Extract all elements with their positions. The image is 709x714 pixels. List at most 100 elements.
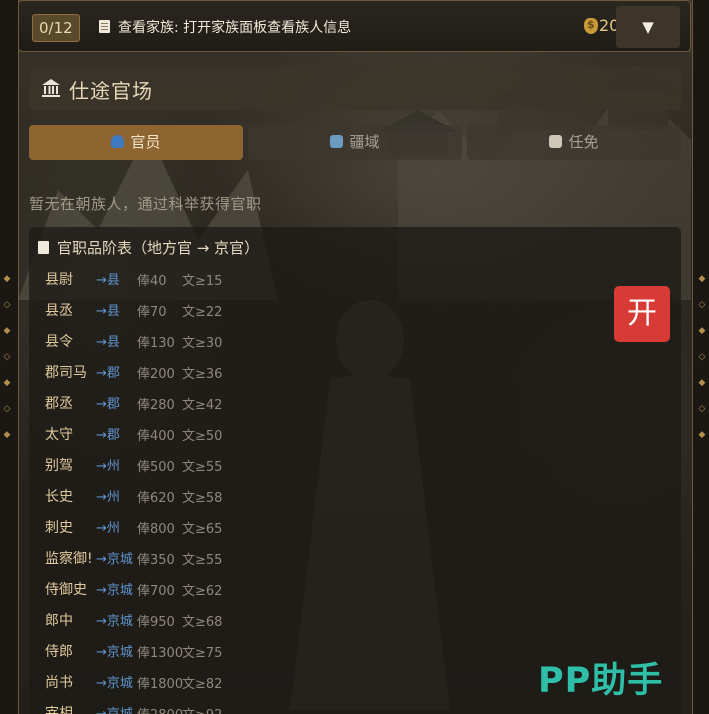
tab-label: 任免	[568, 133, 599, 151]
task-progress-badge: 0/12	[32, 14, 80, 42]
rank-salary: 俸950	[137, 615, 175, 630]
rank-level: →州	[96, 490, 120, 505]
rank-requirement: 文≥55	[182, 553, 223, 568]
rank-level: →郡	[96, 397, 120, 412]
rank-requirement: 文≥50	[182, 429, 223, 444]
rank-requirement: 文≥58	[182, 491, 223, 506]
panel-header: 仕途官场	[29, 66, 681, 110]
panel-title: 仕途官场	[69, 79, 153, 103]
rank-name: 宰相	[45, 706, 73, 714]
person-icon	[111, 135, 125, 148]
rank-row: 别驾 →州 俸500 文≥55	[29, 448, 681, 479]
rank-level: →京城	[96, 614, 133, 629]
rank-requirement: 文≥92	[182, 704, 222, 714]
menu-dropdown-button[interactable]: ▼	[616, 6, 680, 48]
rank-name: 郎中	[45, 613, 73, 629]
rank-salary: 俸70	[137, 305, 167, 320]
rank-requirement: 文≥42	[182, 398, 223, 413]
rank-name: 尚书	[45, 675, 73, 691]
rank-name: 郡丞	[45, 396, 73, 412]
rank-name: 刺史	[45, 520, 73, 536]
rank-name: 侍御史	[45, 582, 87, 598]
rank-salary: 俸620	[137, 491, 175, 506]
rank-row: 监察御! →京城 俸350 文≥55	[29, 541, 681, 572]
rank-salary: 俸200	[137, 367, 175, 382]
temple-icon	[42, 79, 60, 97]
rank-row: 刺史 →州 俸800 文≥65	[29, 510, 681, 541]
rank-level: →郡	[96, 428, 120, 443]
rank-row: 太守 →郡 俸400 文≥50	[29, 417, 681, 448]
rank-name: 县令	[45, 334, 73, 350]
tab-label: 官员	[130, 133, 161, 151]
rank-requirement: 文≥36	[182, 367, 223, 382]
task-bar: 0/12 查看家族: 打开家族面板查看族人信息 200 ▼	[18, 0, 691, 52]
rank-salary: 俸400	[137, 429, 175, 444]
money-bag-icon	[584, 18, 598, 34]
tab-officials[interactable]: 官员	[29, 125, 243, 160]
rank-requirement: 文≥15	[182, 274, 223, 289]
scroll-icon	[99, 20, 110, 33]
rank-salary: 俸130	[137, 336, 175, 351]
left-ornaments: ◆ ◇ ◆ ◇ ◆ ◇ ◆	[3, 274, 11, 440]
map-icon	[330, 135, 344, 148]
rank-row: 县令 →县 俸130 文≥30	[29, 324, 681, 355]
rank-salary: 俸700	[137, 584, 175, 599]
rank-salary: 俸2800	[137, 704, 183, 714]
rank-requirement: 文≥22	[182, 305, 223, 320]
rank-requirement: 文≥30	[182, 336, 223, 351]
ranks-title-text: 官职品阶表（地方官 → 京官）	[57, 239, 260, 257]
right-ornaments: ◆ ◇ ◆ ◇ ◆ ◇ ◆	[698, 274, 706, 440]
document-icon	[549, 135, 563, 148]
rank-row: 郡丞 →郡 俸280 文≥42	[29, 386, 681, 417]
rank-requirement: 文≥55	[182, 460, 223, 475]
tab-bar: 官员 疆域 任免	[29, 125, 681, 160]
rank-row: 郎中 →京城 俸950 文≥68	[29, 603, 681, 634]
rank-name: 县丞	[45, 303, 73, 319]
rank-row: 郡司马 →郡 俸200 文≥36	[29, 355, 681, 386]
rank-level: →京城	[96, 583, 133, 598]
empty-state-text: 暂无在朝族人，通过科举获得官职	[29, 195, 262, 213]
rank-row: 县丞 →县 俸70 文≥22	[29, 293, 681, 324]
rank-name: 长史	[45, 489, 73, 505]
rank-requirement: 文≥65	[182, 522, 223, 537]
rank-row: 侍御史 →京城 俸700 文≥62	[29, 572, 681, 603]
rank-level: →郡	[96, 366, 120, 381]
rank-salary: 俸40	[137, 274, 167, 289]
rank-level: →县	[96, 273, 120, 288]
rank-name: 侍郎	[45, 644, 73, 660]
rank-level: →县	[96, 304, 120, 319]
rank-salary: 俸1800	[137, 677, 184, 692]
rank-level: →京城	[96, 645, 133, 660]
rank-requirement: 文≥82	[182, 677, 223, 692]
rank-level: →京城	[96, 703, 136, 714]
rank-level: →京城	[96, 676, 133, 691]
rank-name: 别驾	[45, 458, 73, 474]
tab-territory[interactable]: 疆域	[248, 125, 462, 160]
rank-salary: 俸800	[137, 522, 175, 537]
open-button[interactable]: 开	[614, 286, 670, 342]
rank-requirement: 文≥62	[182, 584, 223, 599]
rank-row: 县尉 →县 俸40 文≥15	[29, 262, 681, 293]
rank-salary: 俸350	[137, 553, 175, 568]
tab-appointments[interactable]: 任免	[467, 125, 681, 160]
rank-requirement: 文≥68	[182, 615, 223, 630]
official-ranks-table: 官职品阶表（地方官 → 京官） 县尉 →县 俸40 文≥15 县丞 →县 俸70 文≥22 …	[29, 227, 681, 714]
current-task-text[interactable]: 查看家族: 打开家族面板查看族人信息	[118, 17, 351, 37]
rank-requirement: 文≥75	[182, 646, 223, 661]
rank-name: 监察御!	[45, 551, 93, 567]
rank-salary: 俸1300	[137, 646, 184, 661]
rank-salary: 俸500	[137, 460, 175, 475]
rank-name: 太守	[45, 427, 73, 443]
rank-name: 郡司马	[45, 365, 87, 381]
rank-level: →京城	[96, 552, 133, 567]
rank-level: →县	[96, 335, 120, 350]
document-icon	[38, 241, 49, 254]
rank-level: →州	[96, 459, 120, 474]
rank-salary: 俸280	[137, 398, 175, 413]
rank-level: →州	[96, 521, 120, 536]
tab-label: 疆域	[349, 133, 380, 151]
pp-assistant-watermark: PP助手	[538, 661, 664, 701]
rank-name: 县尉	[45, 272, 73, 288]
rank-row: 长史 →州 俸620 文≥58	[29, 479, 681, 510]
ranks-table-title: 官职品阶表（地方官 → 京官）	[38, 237, 259, 258]
